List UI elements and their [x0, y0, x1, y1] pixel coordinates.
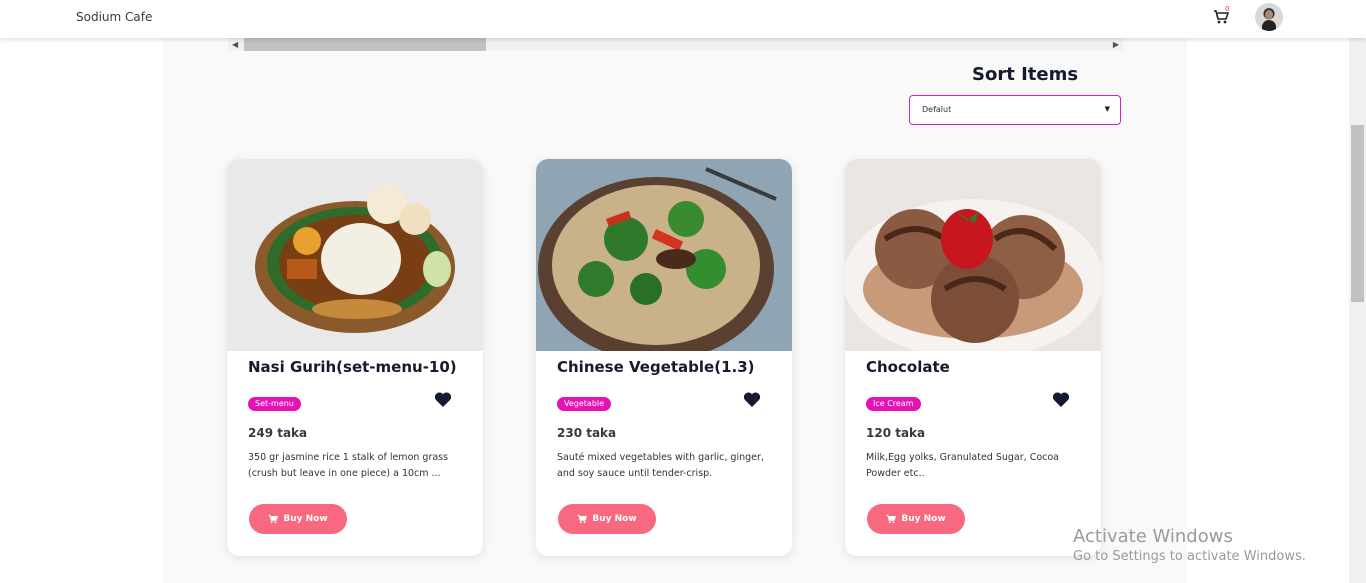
vertical-scroll-thumb[interactable] — [1351, 125, 1364, 302]
sort-select[interactable]: Defalut ▼ — [909, 95, 1121, 125]
buy-now-label: Buy Now — [592, 514, 637, 524]
product-image-chocolate-ice-cream — [845, 159, 1101, 351]
horizontal-scroll-thumb[interactable] — [244, 38, 486, 51]
product-image-nasi-gurih — [227, 159, 483, 351]
heart-icon[interactable] — [434, 391, 452, 408]
product-price: 249 taka — [248, 426, 308, 440]
watermark-line2: Go to Settings to activate Windows. — [1073, 549, 1306, 564]
sort-items-heading: Sort Items — [972, 64, 1079, 85]
buy-now-button[interactable]: Buy Now — [867, 504, 965, 534]
user-avatar[interactable] — [1255, 3, 1283, 31]
product-description: Milk,Egg yolks, Granulated Sugar, Cocoa … — [866, 452, 1060, 479]
product-title: Nasi Gurih(set-menu-10) — [248, 358, 457, 376]
watermark-line1: Activate Windows — [1073, 526, 1233, 547]
vertical-scrollbar[interactable] — [1349, 38, 1366, 583]
product-description: 350 gr jasmine rice 1 stalk of lemon gra… — [248, 452, 449, 479]
horizontal-scrollbar[interactable]: ◀ ▶ — [228, 38, 1123, 51]
product-card: Chinese Vegetable(1.3) Vegetable 230 tak… — [536, 159, 792, 556]
category-tag: Ice Cream — [866, 397, 921, 411]
heart-icon[interactable] — [1052, 391, 1070, 408]
category-tag: Vegetable — [557, 397, 612, 411]
product-title: Chinese Vegetable(1.3) — [557, 358, 755, 376]
cart-count-badge: 0 — [1225, 5, 1230, 13]
cart-icon — [268, 514, 279, 524]
chevron-down-icon: ▼ — [1104, 105, 1110, 113]
product-price: 120 taka — [866, 426, 926, 440]
activate-windows-watermark: Activate Windows Go to Settings to activ… — [1073, 526, 1306, 564]
scroll-left-arrow-icon[interactable]: ◀ — [232, 40, 238, 49]
brand-logo-text[interactable]: Sodium Cafe — [76, 10, 152, 24]
product-card: Chocolate Ice Cream 120 taka Milk,Egg yo… — [845, 159, 1101, 556]
sort-selected-value: Defalut — [922, 105, 952, 114]
product-title: Chocolate — [866, 358, 950, 376]
product-image-chinese-vegetable — [536, 159, 792, 351]
product-price: 230 taka — [557, 426, 617, 440]
buy-now-label: Buy Now — [283, 514, 328, 524]
scroll-right-arrow-icon[interactable]: ▶ — [1113, 40, 1119, 49]
category-tag: Set-menu — [248, 397, 301, 411]
product-card: Nasi Gurih(set-menu-10) Set-menu 249 tak… — [227, 159, 483, 556]
cart-icon — [886, 514, 897, 524]
heart-icon[interactable] — [743, 391, 761, 408]
buy-now-button[interactable]: Buy Now — [558, 504, 656, 534]
buy-now-label: Buy Now — [901, 514, 946, 524]
product-description: Sauté mixed vegetables with garlic, ging… — [557, 452, 764, 479]
buy-now-button[interactable]: Buy Now — [249, 504, 347, 534]
cart-icon — [577, 514, 588, 524]
top-navbar: Sodium Cafe 0 — [0, 0, 1366, 38]
